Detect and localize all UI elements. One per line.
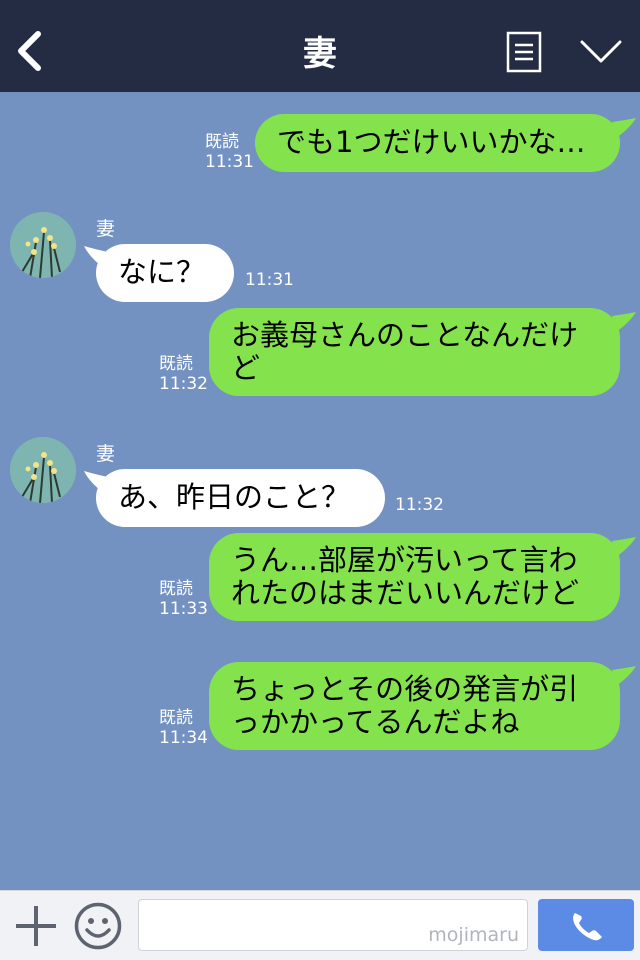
message-line: れたのはまだいいんだけど — [231, 576, 580, 610]
message-row: 既読 11:31 でも1つだけいいかな… — [0, 114, 640, 174]
phone-icon — [573, 913, 602, 941]
chat-area[interactable]: 既読 11:31 でも1つだけいいかな… 妻 なに？ 11:31 既読 11:3… — [0, 92, 640, 890]
chat-header: 妻 — [0, 0, 640, 92]
avatar[interactable] — [10, 212, 76, 278]
message-meta: 既読 11:33 — [159, 579, 208, 619]
message-input[interactable]: mojimaru — [138, 899, 528, 951]
message-time: 11:31 — [245, 270, 294, 290]
message-row: 既読 11:34 ちょっとその後の発言が引 っかかってるんだよね — [0, 662, 640, 752]
message-bubble[interactable]: ちょっとその後の発言が引 っかかってるんだよね — [209, 662, 620, 750]
message-line: あ、昨日のこと？ — [118, 480, 351, 514]
flower-avatar-image — [10, 437, 76, 503]
message-meta: 既読 11:32 — [159, 354, 208, 394]
message-bubble[interactable]: あ、昨日のこと？ — [96, 469, 385, 527]
watermark: mojimaru — [428, 924, 519, 946]
message-line: ちょっとその後の発言が引 — [231, 672, 579, 706]
message-time: 11:32 — [395, 495, 444, 515]
read-receipt: 既読 — [159, 708, 193, 728]
plus-icon — [16, 906, 56, 946]
message-time: 11:32 — [159, 374, 208, 394]
flower-avatar-image — [10, 212, 76, 278]
read-receipt: 既読 — [205, 132, 239, 152]
message-row: 妻 なに？ 11:31 — [0, 210, 640, 310]
note-button[interactable] — [506, 31, 542, 73]
emoji-button[interactable] — [74, 902, 122, 950]
input-bar: mojimaru — [0, 890, 640, 960]
message-line: でも1つだけいいかな… — [277, 125, 586, 159]
message-row: 既読 11:32 お義母さんのことなんだけ ど — [0, 308, 640, 398]
smiley-icon — [74, 902, 122, 950]
message-row: 妻 あ、昨日のこと？ 11:32 — [0, 435, 640, 535]
read-receipt: 既読 — [159, 579, 193, 599]
note-icon — [506, 31, 542, 73]
message-line: なに？ — [118, 255, 206, 289]
bubble-tail — [612, 666, 636, 686]
avatar[interactable] — [10, 437, 76, 503]
message-time: 11:31 — [205, 152, 254, 172]
read-receipt: 既読 — [159, 354, 193, 374]
message-meta: 既読 11:34 — [159, 708, 208, 748]
bubble-tail — [612, 312, 636, 332]
bubble-tail — [612, 118, 636, 138]
message-bubble[interactable]: なに？ — [96, 244, 234, 302]
sender-name: 妻 — [96, 218, 116, 240]
message-time: 11:33 — [159, 599, 208, 619]
chat-title: 妻 — [303, 34, 337, 74]
chevron-down-icon — [580, 40, 622, 63]
message-bubble[interactable]: うん…部屋が汚いって言わ れたのはまだいいんだけど — [209, 533, 620, 621]
message-bubble[interactable]: でも1つだけいいかな… — [255, 114, 620, 172]
call-button[interactable] — [538, 899, 634, 951]
menu-button[interactable] — [580, 38, 622, 66]
sender-name: 妻 — [96, 443, 116, 465]
message-time: 11:34 — [159, 728, 208, 748]
message-bubble[interactable]: お義母さんのことなんだけ ど — [209, 308, 620, 396]
message-line: ど — [231, 351, 261, 385]
message-line: お義母さんのことなんだけ — [231, 318, 579, 352]
message-meta: 既読 11:31 — [205, 132, 254, 172]
bubble-tail — [612, 537, 636, 557]
message-line: うん…部屋が汚いって言わ — [231, 543, 578, 577]
add-button[interactable] — [14, 904, 58, 948]
message-row: 既読 11:33 うん…部屋が汚いって言わ れたのはまだいいんだけど — [0, 533, 640, 623]
message-line: っかかってるんだよね — [231, 705, 520, 739]
